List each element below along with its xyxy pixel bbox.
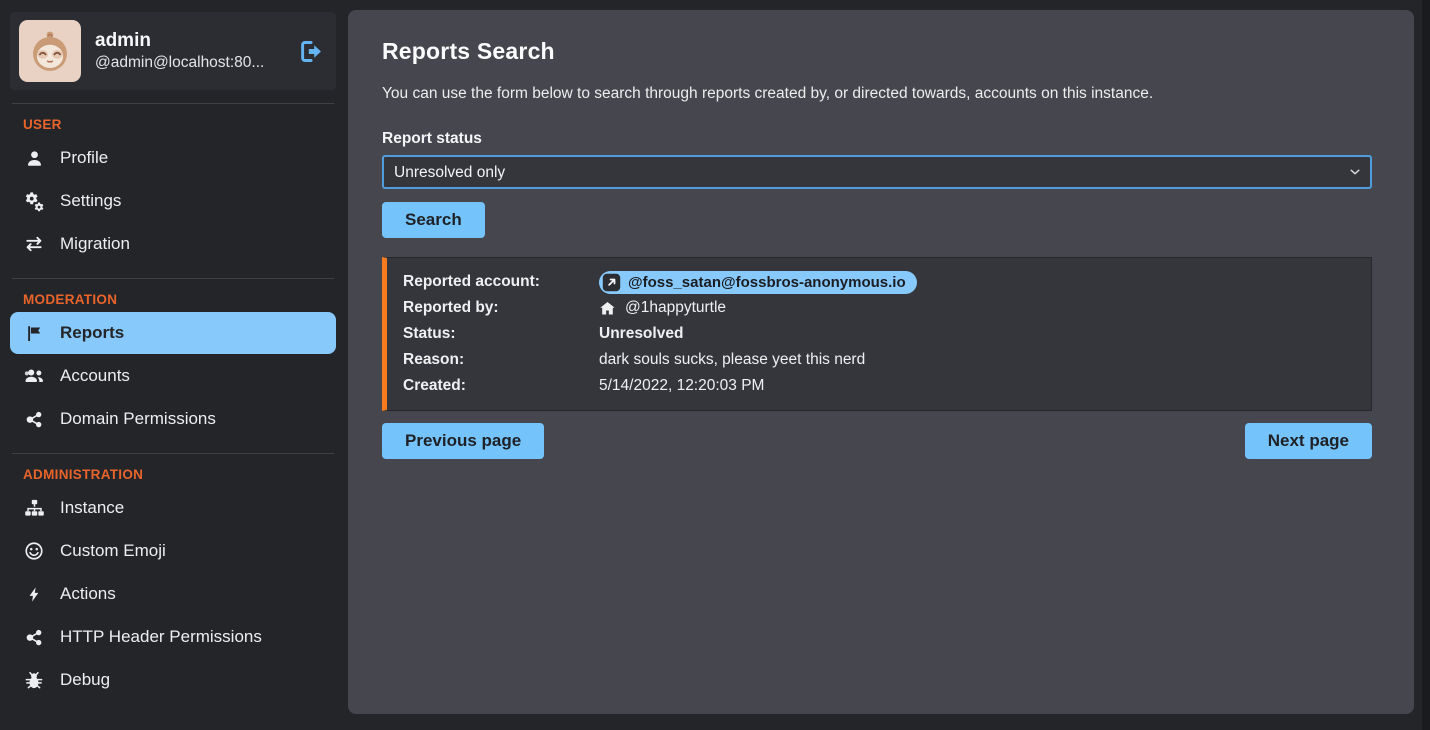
- sidebar-item-label: Profile: [60, 148, 108, 168]
- reporter-handle: @1happyturtle: [625, 299, 726, 317]
- report-label: Reported by:: [403, 299, 599, 317]
- transfer-arrows-icon: [23, 233, 45, 255]
- report-created-value: 5/14/2022, 12:20:03 PM: [599, 377, 764, 395]
- report-status-select-wrap: Unresolved only: [382, 155, 1372, 189]
- sidebar-section-user: USER: [23, 117, 336, 132]
- page-title: Reports Search: [382, 38, 1372, 65]
- report-reason-value: dark souls sucks, please yeet this nerd: [599, 351, 865, 369]
- report-label: Created:: [403, 377, 599, 395]
- share-nodes-icon: [23, 408, 45, 430]
- main-area: Reports Search You can use the form belo…: [348, 0, 1430, 730]
- sidebar-item-profile[interactable]: Profile: [10, 137, 336, 179]
- reported-account-link[interactable]: @foss_satan@fossbros-anonymous.io: [599, 271, 917, 294]
- sidebar-item-migration[interactable]: Migration: [10, 223, 336, 265]
- sidebar-item-accounts[interactable]: Accounts: [10, 355, 336, 397]
- sidebar-item-instance[interactable]: Instance: [10, 487, 336, 529]
- user-handle: @admin@localhost:80...: [95, 53, 264, 74]
- report-card: Reported account: @foss_satan@fossbros-a…: [382, 257, 1372, 411]
- sign-out-icon[interactable]: [297, 38, 324, 65]
- report-label: Status:: [403, 325, 599, 343]
- sidebar-item-label: Debug: [60, 670, 110, 690]
- user-icon: [23, 147, 45, 169]
- external-link-icon: [602, 273, 621, 292]
- sidebar-section-moderation: MODERATION: [23, 292, 336, 307]
- sidebar-item-debug[interactable]: Debug: [10, 659, 336, 701]
- reported-account-handle: @foss_satan@fossbros-anonymous.io: [628, 274, 906, 291]
- report-status-label: Report status: [382, 130, 1372, 148]
- sidebar-item-label: Instance: [60, 498, 124, 518]
- user-card[interactable]: admin @admin@localhost:80...: [10, 12, 336, 90]
- sidebar-item-settings[interactable]: Settings: [10, 180, 336, 222]
- scrollbar[interactable]: [1422, 0, 1430, 730]
- sidebar-item-label: Accounts: [60, 366, 130, 386]
- report-row-reason: Reason: dark souls sucks, please yeet th…: [403, 347, 1355, 373]
- gears-icon: [23, 190, 45, 212]
- report-status-value: Unresolved: [599, 325, 683, 343]
- divider: [12, 103, 334, 104]
- sidebar-item-label: HTTP Header Permissions: [60, 627, 262, 647]
- search-button[interactable]: Search: [382, 202, 485, 238]
- user-name: admin: [95, 28, 264, 54]
- sidebar-item-domain-permissions[interactable]: Domain Permissions: [10, 398, 336, 440]
- sidebar-item-custom-emoji[interactable]: Custom Emoji: [10, 530, 336, 572]
- divider: [12, 453, 334, 454]
- home-icon: [599, 300, 616, 317]
- sidebar-item-label: Domain Permissions: [60, 409, 216, 429]
- report-row-account: Reported account: @foss_satan@fossbros-a…: [403, 269, 1355, 295]
- report-status-select[interactable]: Unresolved only: [382, 155, 1372, 189]
- report-label: Reason:: [403, 351, 599, 369]
- avatar: [19, 20, 81, 82]
- previous-page-button[interactable]: Previous page: [382, 423, 544, 459]
- sidebar-item-label: Migration: [60, 234, 130, 254]
- sidebar-item-actions[interactable]: Actions: [10, 573, 336, 615]
- sidebar-item-label: Settings: [60, 191, 121, 211]
- reports-search-panel: Reports Search You can use the form belo…: [348, 10, 1414, 714]
- share-nodes-icon: [23, 626, 45, 648]
- divider: [12, 278, 334, 279]
- report-row-reported-by: Reported by: @1happyturtle: [403, 295, 1355, 321]
- report-row-created: Created: 5/14/2022, 12:20:03 PM: [403, 373, 1355, 399]
- sidebar-item-http-header-permissions[interactable]: HTTP Header Permissions: [10, 616, 336, 658]
- smiley-icon: [23, 540, 45, 562]
- sidebar-section-administration: ADMINISTRATION: [23, 467, 336, 482]
- sidebar-item-reports[interactable]: Reports: [10, 312, 336, 354]
- page-description: You can use the form below to search thr…: [382, 85, 1372, 103]
- pagination: Previous page Next page: [382, 423, 1372, 459]
- next-page-button[interactable]: Next page: [1245, 423, 1372, 459]
- sidebar-item-label: Actions: [60, 584, 116, 604]
- sidebar-item-label: Reports: [60, 323, 124, 343]
- sitemap-icon: [23, 497, 45, 519]
- bug-icon: [23, 669, 45, 691]
- sidebar-item-label: Custom Emoji: [60, 541, 166, 561]
- sidebar: admin @admin@localhost:80... USER Profil…: [0, 0, 348, 730]
- flag-icon: [23, 322, 45, 344]
- bolt-icon: [23, 583, 45, 605]
- report-label: Reported account:: [403, 273, 599, 291]
- users-icon: [23, 365, 45, 387]
- report-row-status: Status: Unresolved: [403, 321, 1355, 347]
